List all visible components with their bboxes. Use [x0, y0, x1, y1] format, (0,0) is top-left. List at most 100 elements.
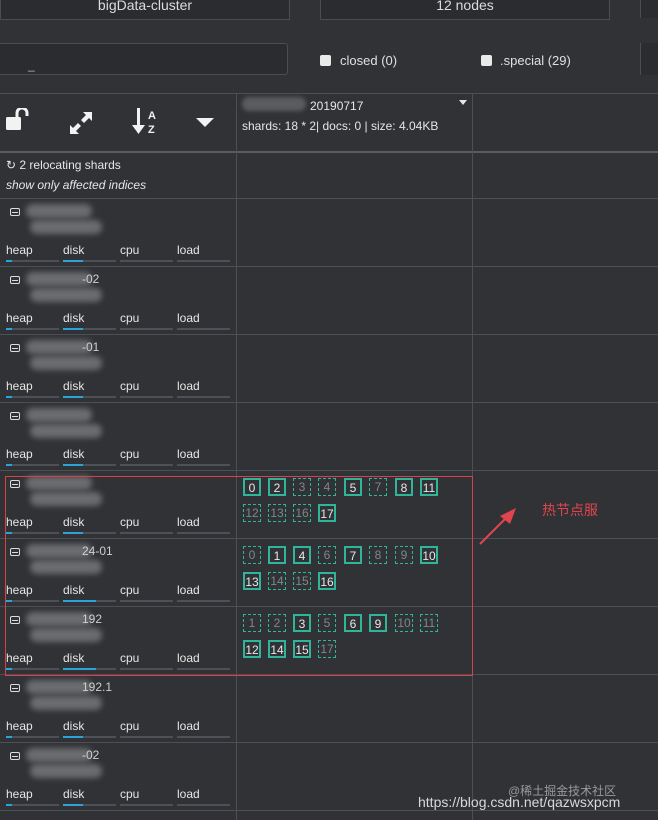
- hot-nodes-label: 热节点服: [542, 502, 598, 518]
- cpu-label: cpu: [120, 311, 140, 325]
- redacted-node-name[interactable]: [26, 408, 92, 422]
- disk-bar: [63, 736, 116, 738]
- index-stats: shards: 18 * 2| docs: 0 | size: 4.04KB: [242, 119, 439, 133]
- show-affected-indices-link[interactable]: show only affected indices: [6, 178, 146, 192]
- load-bar: [177, 328, 230, 330]
- redacted-node-address: [30, 220, 102, 234]
- load-bar: [177, 396, 230, 398]
- sort-alpha-icon[interactable]: A Z: [132, 106, 160, 136]
- cpu-bar: [120, 804, 173, 806]
- load-bar: [177, 736, 230, 738]
- server-icon: [10, 752, 20, 760]
- disk-bar: [63, 804, 116, 806]
- unlock-icon[interactable]: [6, 108, 32, 132]
- filter-right-stub: [640, 43, 658, 75]
- heap-label: heap: [6, 787, 33, 801]
- top-right-stub: [640, 0, 658, 18]
- annotation-arrow-icon: [479, 508, 516, 545]
- heap-bar-fill: [6, 328, 12, 330]
- cpu-bar: [120, 328, 173, 330]
- heap-label: heap: [6, 719, 33, 733]
- node-partial-label: -02: [82, 272, 100, 286]
- heap-label: heap: [6, 447, 33, 461]
- disk-bar-fill: [63, 464, 83, 466]
- grid-line: [236, 93, 237, 820]
- disk-bar: [63, 328, 116, 330]
- cpu-label: cpu: [120, 447, 140, 461]
- heap-bar-fill: [6, 804, 12, 806]
- redacted-node-address: [30, 424, 102, 438]
- disk-label: disk: [63, 311, 85, 325]
- disk-bar-fill: [63, 328, 83, 330]
- disk-bar-fill: [63, 736, 83, 738]
- disk-label: disk: [63, 447, 85, 461]
- load-label: load: [177, 311, 200, 325]
- heap-bar: [6, 464, 59, 466]
- server-icon: [10, 208, 20, 216]
- redacted-node-address: [30, 764, 102, 778]
- heap-label: heap: [6, 243, 33, 257]
- heap-bar: [6, 736, 59, 738]
- redacted-node-address: [30, 288, 102, 302]
- grid-line: [0, 151, 658, 153]
- node-partial-label: -02: [82, 748, 100, 762]
- load-bar: [177, 804, 230, 806]
- caret-down-icon[interactable]: [196, 118, 214, 128]
- cpu-bar: [120, 464, 173, 466]
- special-checkbox[interactable]: [481, 55, 492, 66]
- closed-checkbox[interactable]: [320, 55, 331, 66]
- redacted-index-prefix: [242, 97, 306, 111]
- heap-bar-fill: [6, 736, 12, 738]
- disk-bar-fill: [63, 396, 83, 398]
- load-label: load: [177, 447, 200, 461]
- heap-label: heap: [6, 311, 33, 325]
- relocating-text: 2 relocating shards: [19, 158, 121, 172]
- heap-bar: [6, 260, 59, 262]
- disk-label: disk: [63, 719, 85, 733]
- expand-icon[interactable]: [68, 110, 94, 136]
- cpu-label: cpu: [120, 379, 140, 393]
- heap-label: heap: [6, 379, 33, 393]
- server-icon: [10, 344, 20, 352]
- relocating-shards: ↻ 2 relocating shards: [6, 158, 121, 172]
- server-icon: [10, 684, 20, 692]
- closed-label: closed (0): [340, 53, 398, 68]
- grid-line: [472, 93, 473, 820]
- index-menu-caret-icon[interactable]: [459, 100, 467, 105]
- node-partial-label: 192.1: [82, 680, 113, 694]
- redacted-node-address: [30, 696, 102, 710]
- heap-bar: [6, 328, 59, 330]
- load-label: load: [177, 787, 200, 801]
- index-name[interactable]: 20190717: [310, 99, 363, 113]
- load-bar: [177, 464, 230, 466]
- grid-line: [0, 810, 658, 811]
- load-label: load: [177, 719, 200, 733]
- grid-line: [0, 93, 658, 94]
- cpu-bar: [120, 260, 173, 262]
- cpu-bar: [120, 396, 173, 398]
- special-label: .special (29): [500, 53, 571, 68]
- disk-bar: [63, 464, 116, 466]
- redacted-node-address: [30, 356, 102, 370]
- disk-bar: [63, 260, 116, 262]
- nodes-count-button[interactable]: 12 nodes: [320, 0, 610, 20]
- cluster-name-button[interactable]: bigData-cluster: [0, 0, 290, 20]
- redacted-node-name[interactable]: [26, 204, 92, 218]
- disk-label: disk: [63, 787, 85, 801]
- heap-bar-fill: [6, 260, 12, 262]
- heap-bar: [6, 396, 59, 398]
- refresh-icon: ↻: [6, 158, 17, 172]
- hot-nodes-highlight-box: [5, 476, 473, 676]
- cpu-label: cpu: [120, 243, 140, 257]
- disk-bar-fill: [63, 804, 83, 806]
- server-icon: [10, 412, 20, 420]
- server-icon: [10, 276, 20, 284]
- cpu-label: cpu: [120, 787, 140, 801]
- node-partial-label: -01: [82, 340, 100, 354]
- svg-text:A: A: [148, 110, 156, 122]
- disk-bar-fill: [63, 260, 83, 262]
- load-label: load: [177, 379, 200, 393]
- index-filter-input[interactable]: _: [0, 43, 288, 75]
- svg-text:Z: Z: [148, 124, 155, 136]
- load-label: load: [177, 243, 200, 257]
